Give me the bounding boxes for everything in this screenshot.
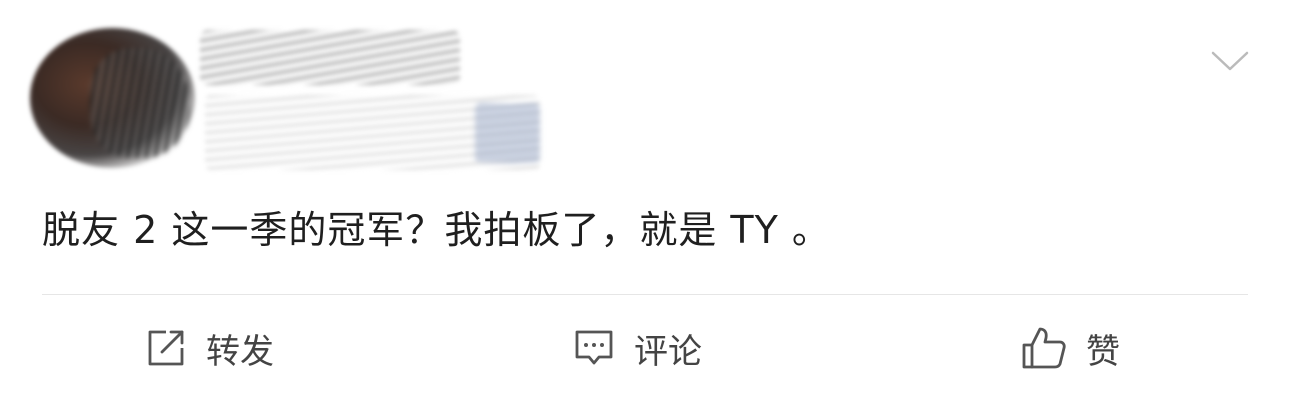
divider (42, 294, 1248, 295)
repost-button[interactable]: 转发 (144, 318, 274, 378)
post-text: 脱友 2 这一季的冠军？我拍板了，就是 TY 。 (42, 208, 831, 252)
redacted-username (200, 30, 460, 85)
comment-icon (572, 326, 616, 370)
comment-label: 评论 (634, 331, 702, 372)
redacted-meta (205, 95, 540, 170)
repost-label: 转发 (206, 331, 274, 372)
like-button[interactable]: 赞 (1020, 318, 1120, 378)
repost-icon (144, 326, 188, 370)
comment-button[interactable]: 评论 (572, 318, 702, 378)
post-menu-button[interactable] (1210, 46, 1250, 76)
chevron-down-icon (1211, 50, 1249, 72)
like-label: 赞 (1086, 331, 1120, 372)
post-card: 脱友 2 这一季的冠军？我拍板了，就是 TY 。 转发 评论 赞 (0, 0, 1290, 400)
thumbs-up-icon (1020, 325, 1068, 371)
avatar[interactable] (30, 28, 195, 168)
